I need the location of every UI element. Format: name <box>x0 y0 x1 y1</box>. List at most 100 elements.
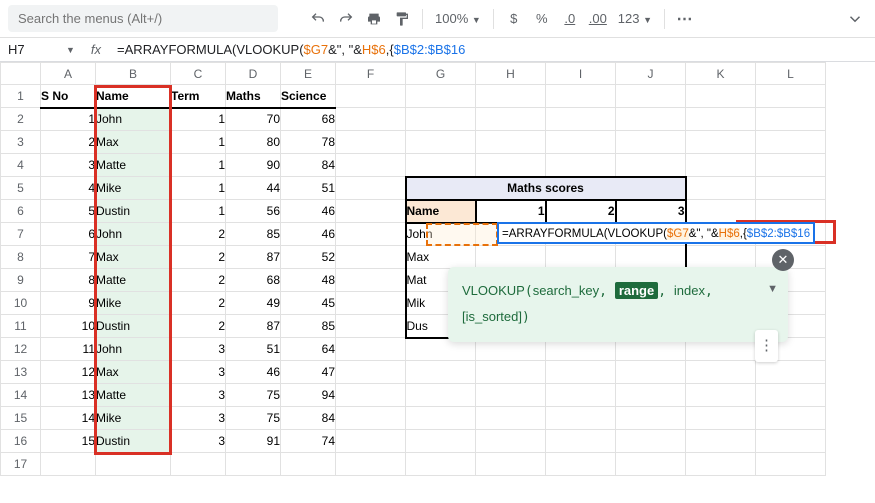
cell[interactable] <box>686 131 756 154</box>
cell[interactable] <box>546 131 616 154</box>
cell[interactable]: Max <box>96 246 171 269</box>
cell[interactable]: 1 <box>171 177 226 200</box>
cell[interactable] <box>756 430 826 453</box>
cell[interactable]: 5 <box>41 200 96 223</box>
column-header[interactable]: F <box>336 63 406 85</box>
cell[interactable] <box>336 315 406 338</box>
cell[interactable] <box>281 453 336 476</box>
cell[interactable]: 85 <box>226 223 281 246</box>
cell[interactable] <box>616 85 686 108</box>
cell[interactable]: Max <box>96 361 171 384</box>
cell[interactable] <box>406 453 476 476</box>
name-box[interactable]: H7 <box>8 42 58 57</box>
cell[interactable] <box>756 453 826 476</box>
format-dropdown[interactable]: 123 ▼ <box>614 11 656 26</box>
cell[interactable]: 90 <box>226 154 281 177</box>
cell[interactable] <box>616 407 686 430</box>
cell[interactable] <box>336 85 406 108</box>
cell[interactable]: Max <box>96 131 171 154</box>
cell[interactable] <box>476 85 546 108</box>
header-cell[interactable]: Name <box>96 85 171 108</box>
cell[interactable]: 2 <box>171 223 226 246</box>
more-options-icon[interactable]: ⋮ <box>755 330 778 363</box>
cell[interactable]: 2 <box>171 315 226 338</box>
cell[interactable]: 94 <box>281 384 336 407</box>
cell[interactable]: 11 <box>41 338 96 361</box>
cell[interactable] <box>406 430 476 453</box>
cell[interactable]: 14 <box>41 407 96 430</box>
cell[interactable] <box>756 177 826 200</box>
chevron-down-icon[interactable]: ▼ <box>767 279 778 300</box>
cell[interactable] <box>686 246 756 269</box>
cell[interactable] <box>616 154 686 177</box>
header-cell[interactable]: Term <box>171 85 226 108</box>
cell[interactable]: 56 <box>226 200 281 223</box>
cell[interactable]: 4 <box>41 177 96 200</box>
cell[interactable]: 91 <box>226 430 281 453</box>
currency-button[interactable]: $ <box>502 7 526 31</box>
redo-icon[interactable] <box>334 7 358 31</box>
cell[interactable]: 75 <box>226 407 281 430</box>
cell[interactable]: 2 <box>171 269 226 292</box>
cell[interactable]: 12 <box>41 361 96 384</box>
cell[interactable] <box>756 154 826 177</box>
cell[interactable] <box>546 361 616 384</box>
cell[interactable] <box>336 407 406 430</box>
cell[interactable]: 3 <box>171 407 226 430</box>
cell[interactable] <box>406 361 476 384</box>
menu-search-input[interactable] <box>8 5 278 32</box>
column-header[interactable]: A <box>41 63 96 85</box>
cell[interactable]: 7 <box>41 246 96 269</box>
row-header[interactable]: 6 <box>1 200 41 223</box>
more-icon[interactable]: ⋯ <box>673 7 697 31</box>
cell[interactable] <box>336 453 406 476</box>
row-header[interactable]: 12 <box>1 338 41 361</box>
row-header[interactable]: 4 <box>1 154 41 177</box>
cell[interactable] <box>756 361 826 384</box>
cell[interactable]: 44 <box>226 177 281 200</box>
cell[interactable] <box>336 177 406 200</box>
row-header[interactable]: 9 <box>1 269 41 292</box>
cell[interactable]: 46 <box>281 223 336 246</box>
zoom-dropdown[interactable]: 100% ▼ <box>431 11 485 26</box>
name-box-dropdown-icon[interactable]: ▼ <box>66 45 75 55</box>
cell[interactable] <box>406 108 476 131</box>
cell[interactable] <box>616 453 686 476</box>
cell[interactable] <box>171 453 226 476</box>
cell[interactable]: Mike <box>96 407 171 430</box>
row-header[interactable]: 3 <box>1 131 41 154</box>
mini-name-header[interactable]: Name <box>406 200 476 223</box>
column-header[interactable]: C <box>171 63 226 85</box>
cell[interactable]: 78 <box>281 131 336 154</box>
cell[interactable] <box>336 246 406 269</box>
cell[interactable] <box>336 361 406 384</box>
column-header[interactable]: L <box>756 63 826 85</box>
column-header[interactable]: G <box>406 63 476 85</box>
cell[interactable] <box>476 453 546 476</box>
cell[interactable] <box>616 430 686 453</box>
row-header[interactable]: 13 <box>1 361 41 384</box>
cell[interactable]: 51 <box>281 177 336 200</box>
cell[interactable] <box>546 384 616 407</box>
cell[interactable]: Dustin <box>96 315 171 338</box>
cell[interactable]: 1 <box>171 108 226 131</box>
cell[interactable] <box>686 453 756 476</box>
cell[interactable] <box>336 131 406 154</box>
mini-name-cell[interactable]: Max <box>406 246 476 269</box>
cell[interactable] <box>336 200 406 223</box>
cell[interactable] <box>546 85 616 108</box>
column-header[interactable]: E <box>281 63 336 85</box>
cell[interactable] <box>476 384 546 407</box>
row-header[interactable]: 11 <box>1 315 41 338</box>
cell[interactable] <box>546 453 616 476</box>
cell[interactable]: 10 <box>41 315 96 338</box>
percent-button[interactable]: % <box>530 7 554 31</box>
cell[interactable]: 51 <box>226 338 281 361</box>
cell[interactable] <box>616 361 686 384</box>
cell[interactable] <box>686 430 756 453</box>
cell[interactable] <box>406 154 476 177</box>
expand-icon[interactable] <box>843 7 867 31</box>
column-header[interactable]: D <box>226 63 281 85</box>
cell[interactable] <box>336 269 406 292</box>
cell[interactable] <box>336 338 406 361</box>
